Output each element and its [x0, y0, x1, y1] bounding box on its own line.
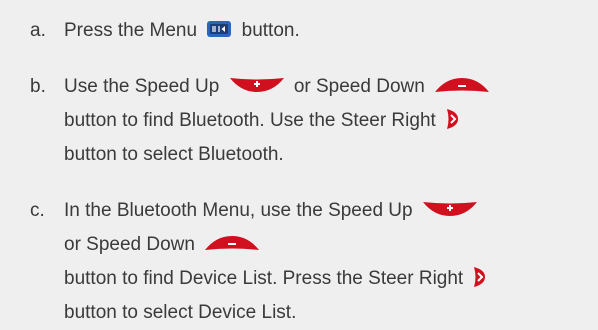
step-marker: a.: [30, 20, 46, 41]
step-text: In the Bluetooth Menu, use the Speed Up …: [64, 194, 564, 330]
step-text: Press the Menu button.: [64, 14, 564, 48]
step-text-segment: Press the Menu: [64, 20, 203, 41]
instruction-list: a. Press the Menu button. b. Use the Spe…: [0, 0, 598, 323]
steer-right-button-icon: [445, 108, 459, 130]
step-a: a. Press the Menu button.: [30, 14, 580, 48]
step-text-segment: button to find Device List. Press the St…: [64, 268, 469, 289]
step-text-segment: In the Bluetooth Menu, use the Speed Up: [64, 200, 418, 221]
step-text-segment: Use the Speed Up: [64, 76, 225, 97]
step-marker: c.: [30, 200, 45, 221]
step-text-segment: or Speed Down: [64, 234, 201, 255]
menu-button-icon: [206, 20, 232, 38]
step-c: c. In the Bluetooth Menu, use the Speed …: [30, 194, 580, 330]
steer-right-button-icon: [472, 266, 486, 288]
step-b: b. Use the Speed Up or Speed Down button…: [30, 70, 580, 172]
speed-up-button-icon: [229, 77, 285, 93]
step-text-segment: button to select Bluetooth.: [64, 144, 284, 165]
step-marker: b.: [30, 76, 46, 97]
step-text: Use the Speed Up or Speed Down button to…: [64, 70, 564, 172]
step-text-segment: button.: [236, 20, 300, 41]
speed-down-button-icon: [204, 235, 260, 251]
speed-down-button-icon: [434, 77, 490, 93]
step-text-segment: or Speed Down: [288, 76, 431, 97]
speed-up-button-icon: [422, 201, 478, 217]
step-text-segment: button to select Device List.: [64, 302, 297, 323]
step-text-segment: button to find Bluetooth. Use the Steer …: [64, 110, 442, 131]
